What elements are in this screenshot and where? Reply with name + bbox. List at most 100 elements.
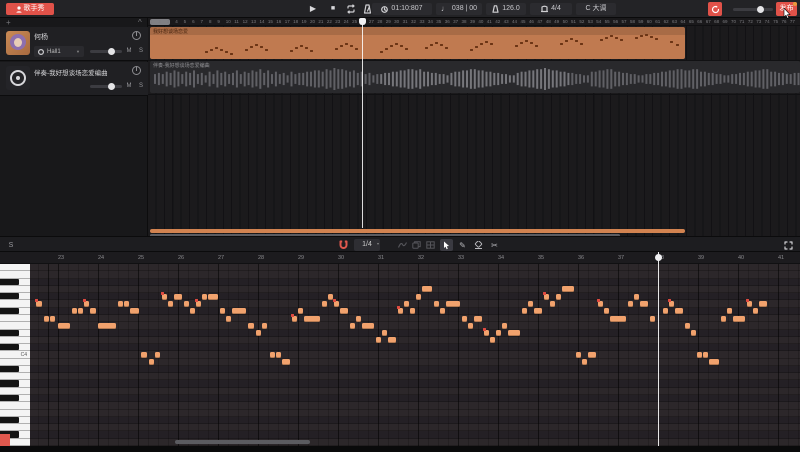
midi-note[interactable] (190, 308, 195, 314)
vocal-avatar[interactable] (6, 31, 30, 55)
midi-note[interactable] (404, 301, 409, 307)
midi-note[interactable] (484, 330, 489, 336)
pianoroll-ruler[interactable]: 23242526272829303132333435363738394041 (0, 252, 800, 264)
midi-note[interactable] (709, 359, 719, 365)
midi-note[interactable] (322, 301, 327, 307)
track2-pan-knob[interactable] (132, 66, 141, 75)
black-key[interactable] (0, 308, 19, 314)
pianoroll-scrollbar[interactable] (175, 440, 310, 444)
midi-note[interactable] (747, 301, 752, 307)
midi-note[interactable] (468, 323, 473, 329)
midi-note[interactable] (691, 330, 696, 336)
black-key[interactable] (0, 380, 19, 386)
track-row-accompaniment[interactable]: 伴奏-我好想谈场恋爱编曲 M S (0, 62, 148, 96)
midi-note[interactable] (196, 301, 201, 307)
midi-note[interactable] (556, 294, 561, 300)
midi-note[interactable] (276, 352, 281, 358)
track2-solo-button[interactable]: S (136, 82, 146, 91)
track2-volume-knob[interactable] (108, 83, 115, 90)
midi-note[interactable] (416, 294, 421, 300)
midi-note[interactable] (90, 308, 96, 314)
midi-note[interactable] (262, 323, 267, 329)
white-key[interactable] (0, 315, 30, 322)
midi-note[interactable] (270, 352, 275, 358)
midi-note[interactable] (628, 301, 633, 307)
midi-note[interactable] (588, 352, 596, 358)
midi-note[interactable] (462, 316, 467, 322)
midi-note[interactable] (376, 337, 381, 343)
bar-beat-display[interactable]: ♩ 038 | 00 (436, 3, 482, 15)
midi-clip[interactable]: 我好想谈场恋爱 (150, 27, 685, 59)
overview-clip-bar[interactable] (150, 229, 685, 233)
midi-note[interactable] (610, 316, 626, 322)
track1-preset-dropdown[interactable]: Hall1 ▼ (34, 46, 84, 57)
midi-note[interactable] (168, 301, 173, 307)
midi-note[interactable] (544, 294, 549, 300)
midi-note[interactable] (208, 294, 218, 300)
track1-mute-button[interactable]: M (124, 47, 134, 56)
midi-note[interactable] (226, 316, 231, 322)
midi-note[interactable] (634, 294, 639, 300)
white-key[interactable] (0, 322, 30, 329)
midi-note[interactable] (382, 330, 387, 336)
play-button[interactable]: ▶ (306, 2, 320, 16)
midi-note[interactable] (58, 323, 70, 329)
midi-note[interactable] (124, 301, 129, 307)
midi-note[interactable] (334, 301, 339, 307)
pitch-curve-tool[interactable] (396, 239, 408, 251)
time-display[interactable]: 01:10:807 (372, 3, 432, 15)
midi-note[interactable] (141, 352, 147, 358)
track1-volume-knob[interactable] (108, 48, 115, 55)
add-track-button[interactable]: + (6, 18, 11, 27)
pianoroll-grid[interactable] (30, 264, 800, 446)
midi-note[interactable] (446, 301, 460, 307)
track1-pan-knob[interactable] (132, 31, 141, 40)
black-key[interactable] (0, 395, 19, 401)
white-key[interactable] (0, 300, 30, 307)
midi-note[interactable] (78, 308, 83, 314)
midi-note[interactable] (50, 316, 55, 322)
midi-note[interactable] (576, 352, 581, 358)
midi-note[interactable] (663, 308, 668, 314)
midi-note[interactable] (36, 301, 42, 307)
midi-note[interactable] (490, 337, 495, 343)
midi-note[interactable] (753, 308, 758, 314)
midi-note[interactable] (640, 301, 648, 307)
pencil-tool-button[interactable]: ✎ (456, 239, 469, 251)
midi-note[interactable] (84, 301, 89, 307)
midi-note[interactable] (388, 337, 396, 343)
midi-note[interactable] (598, 301, 603, 307)
midi-note[interactable] (304, 316, 320, 322)
midi-note[interactable] (508, 330, 520, 336)
select-tool-button[interactable] (440, 239, 453, 251)
midi-note[interactable] (474, 316, 482, 322)
white-key[interactable] (0, 424, 30, 431)
track2-name[interactable]: 伴奏-我好想谈场恋爱编曲 (34, 67, 126, 77)
midi-note[interactable] (422, 286, 432, 292)
track-row-vocal[interactable]: 何杨 Hall1 ▼ M S (0, 27, 148, 61)
master-volume-slider[interactable] (733, 8, 773, 11)
black-key[interactable] (0, 279, 19, 285)
accompaniment-icon[interactable] (6, 66, 30, 90)
track2-mute-button[interactable]: M (124, 82, 134, 91)
collapse-panel-button[interactable]: ^ (138, 18, 142, 27)
midi-note[interactable] (733, 316, 745, 322)
midi-note[interactable] (220, 308, 225, 314)
snap-magnet-button[interactable] (336, 239, 350, 251)
midi-note[interactable] (528, 301, 533, 307)
black-key[interactable] (0, 293, 19, 299)
eraser-tool-button[interactable] (472, 239, 485, 251)
midi-note[interactable] (130, 308, 139, 314)
midi-note[interactable] (162, 294, 167, 300)
time-signature-display[interactable]: 4/4 (530, 3, 572, 15)
track1-solo-button[interactable]: S (136, 47, 146, 56)
midi-note[interactable] (703, 352, 708, 358)
midi-note[interactable] (282, 359, 290, 365)
stop-button[interactable]: ■ (326, 2, 340, 16)
midi-note[interactable] (44, 316, 49, 322)
white-key[interactable] (0, 337, 30, 344)
black-key[interactable] (0, 417, 19, 423)
midi-note[interactable] (184, 301, 189, 307)
pianoroll-playhead[interactable] (658, 252, 659, 446)
midi-note[interactable] (410, 308, 415, 314)
